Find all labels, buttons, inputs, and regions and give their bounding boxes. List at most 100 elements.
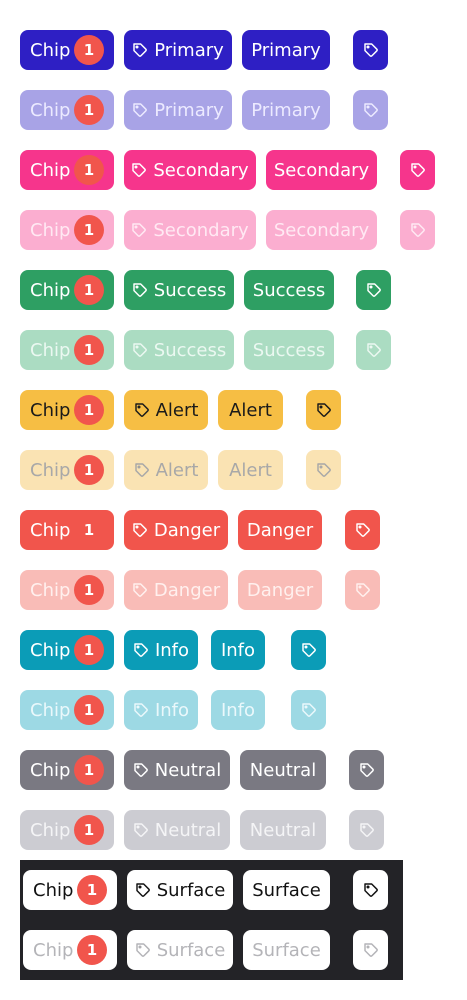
chip-with-badge[interactable]: Chip 1: [20, 150, 114, 190]
chip-with-badge[interactable]: Chip 1: [20, 690, 114, 730]
count-badge: 1: [77, 935, 107, 965]
chip-with-badge[interactable]: Chip 1: [20, 390, 114, 430]
chip-with-badge[interactable]: Chip 1: [20, 810, 114, 850]
chip-with-badge[interactable]: Chip 1: [20, 510, 114, 550]
icon-only-chip-primary-disabled[interactable]: [353, 90, 388, 130]
text-chip-secondary[interactable]: Secondary: [266, 150, 377, 190]
chip-with-badge[interactable]: Chip 1: [20, 90, 114, 130]
tag-icon: [135, 882, 151, 898]
chip-label: Neutral: [249, 819, 317, 841]
tag-icon: [131, 162, 147, 178]
chip-label: Surface: [156, 879, 226, 901]
icon-chip-success[interactable]: Success: [124, 270, 234, 310]
tag-icon: [134, 462, 150, 478]
count-badge: 1: [74, 815, 104, 845]
text-chip-danger[interactable]: Danger: [238, 510, 322, 550]
chip-with-badge[interactable]: Chip 1: [20, 270, 114, 310]
chip-with-badge[interactable]: Chip 1: [20, 630, 114, 670]
chip-label: Chip: [30, 459, 71, 481]
chip-with-badge[interactable]: Chip 1: [20, 210, 114, 250]
icon-only-chip-info[interactable]: [291, 630, 326, 670]
chip-row-danger-disabled: Chip 1 Danger Danger: [0, 570, 467, 610]
icon-only-chip-success-disabled[interactable]: [356, 330, 391, 370]
chip-row-secondary: Chip 1 Secondary Secondary: [0, 150, 467, 190]
tag-icon: [366, 282, 382, 298]
chip-row-info-disabled: Chip 1 Info Info: [0, 690, 467, 730]
count-badge: 1: [74, 275, 104, 305]
icon-chip-neutral-disabled[interactable]: Neutral: [124, 810, 230, 850]
chip-label: Secondary: [273, 219, 370, 241]
icon-only-chip-danger-disabled[interactable]: [345, 570, 380, 610]
chip-label: Chip: [30, 819, 71, 841]
text-chip-danger-disabled[interactable]: Danger: [238, 570, 322, 610]
chip-label: Info: [154, 699, 190, 721]
chip-label: Alert: [229, 399, 272, 421]
chip-label: Success: [252, 339, 326, 361]
text-chip-secondary-disabled[interactable]: Secondary: [266, 210, 377, 250]
text-chip-neutral[interactable]: Neutral: [240, 750, 326, 790]
tag-icon: [132, 522, 148, 538]
icon-only-chip-surface-disabled[interactable]: [353, 930, 388, 970]
text-chip-success-disabled[interactable]: Success: [244, 330, 334, 370]
icon-only-chip-secondary-disabled[interactable]: [400, 210, 435, 250]
count-badge: 1: [74, 575, 104, 605]
text-chip-surface-disabled[interactable]: Surface: [243, 930, 330, 970]
chip-label: Chip: [30, 219, 71, 241]
text-chip-surface[interactable]: Surface: [243, 870, 330, 910]
text-chip-alert[interactable]: Alert: [218, 390, 283, 430]
text-chip-primary-disabled[interactable]: Primary: [242, 90, 330, 130]
chip-label: Info: [154, 639, 190, 661]
icon-chip-alert-disabled[interactable]: Alert: [124, 450, 208, 490]
text-chip-success[interactable]: Success: [244, 270, 334, 310]
icon-chip-info[interactable]: Info: [124, 630, 198, 670]
icon-chip-danger-disabled[interactable]: Danger: [124, 570, 228, 610]
icon-chip-success-disabled[interactable]: Success: [124, 330, 234, 370]
icon-chip-surface-disabled[interactable]: Surface: [127, 930, 233, 970]
tag-icon: [133, 642, 149, 658]
tag-icon: [301, 642, 317, 658]
chip-with-badge[interactable]: Chip 1: [20, 330, 114, 370]
text-chip-alert-disabled[interactable]: Alert: [218, 450, 283, 490]
icon-only-chip-danger[interactable]: [345, 510, 380, 550]
chip-label: Success: [252, 279, 326, 301]
chip-row-alert: Chip 1 Alert Alert: [0, 390, 467, 430]
icon-chip-surface[interactable]: Surface: [127, 870, 233, 910]
icon-chip-alert[interactable]: Alert: [124, 390, 208, 430]
icon-chip-primary-disabled[interactable]: Primary: [124, 90, 232, 130]
icon-chip-secondary[interactable]: Secondary: [124, 150, 256, 190]
chip-label: Primary: [251, 99, 321, 121]
tag-icon: [301, 702, 317, 718]
chip-row-secondary-disabled: Chip 1 Secondary Secondary: [0, 210, 467, 250]
text-chip-info[interactable]: Info: [211, 630, 265, 670]
text-chip-primary[interactable]: Primary: [242, 30, 330, 70]
icon-chip-primary[interactable]: Primary: [124, 30, 232, 70]
tag-icon: [134, 402, 150, 418]
icon-only-chip-secondary[interactable]: [400, 150, 435, 190]
icon-only-chip-info-disabled[interactable]: [291, 690, 326, 730]
chip-label: Info: [220, 639, 256, 661]
icon-only-chip-neutral-disabled[interactable]: [349, 810, 384, 850]
chip-label: Neutral: [154, 759, 222, 781]
icon-chip-info-disabled[interactable]: Info: [124, 690, 198, 730]
chip-with-badge[interactable]: Chip 1: [23, 870, 117, 910]
chip-label: Danger: [246, 579, 314, 601]
chip-label: Success: [153, 339, 227, 361]
icon-chip-secondary-disabled[interactable]: Secondary: [124, 210, 256, 250]
chip-with-badge[interactable]: Chip 1: [23, 930, 117, 970]
chip-with-badge[interactable]: Chip 1: [20, 450, 114, 490]
chip-with-badge[interactable]: Chip 1: [20, 750, 114, 790]
icon-only-chip-success[interactable]: [356, 270, 391, 310]
icon-only-chip-alert-disabled[interactable]: [306, 450, 341, 490]
icon-only-chip-surface[interactable]: [353, 870, 388, 910]
icon-chip-danger[interactable]: Danger: [124, 510, 228, 550]
text-chip-info-disabled[interactable]: Info: [211, 690, 265, 730]
icon-chip-neutral[interactable]: Neutral: [124, 750, 230, 790]
icon-only-chip-alert[interactable]: [306, 390, 341, 430]
text-chip-neutral-disabled[interactable]: Neutral: [240, 810, 326, 850]
chip-with-badge[interactable]: Chip 1: [20, 570, 114, 610]
icon-only-chip-neutral[interactable]: [349, 750, 384, 790]
chip-with-badge[interactable]: Chip 1: [20, 30, 114, 70]
count-badge: 1: [77, 875, 107, 905]
chip-label: Secondary: [153, 219, 249, 241]
icon-only-chip-primary[interactable]: [353, 30, 388, 70]
